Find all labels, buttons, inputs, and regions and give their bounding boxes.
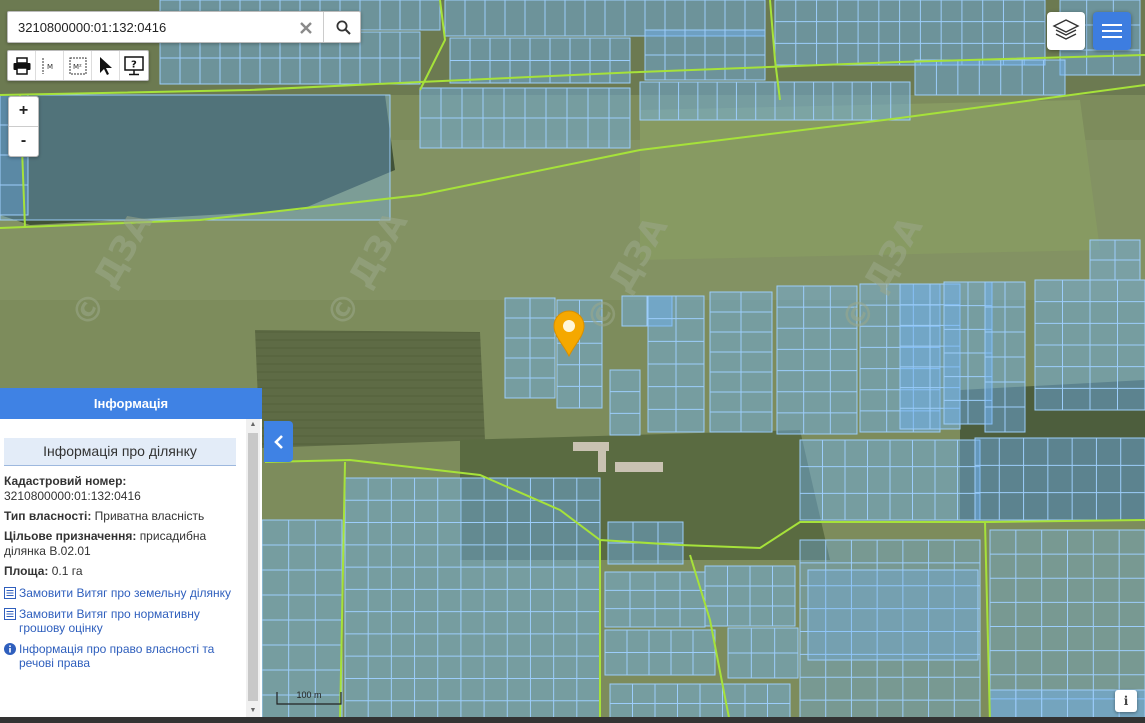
print-button[interactable] bbox=[8, 51, 36, 80]
layers-icon bbox=[1052, 19, 1080, 40]
link-text[interactable]: Замовити Витяг про земельну ділянку bbox=[19, 586, 231, 600]
field-label: Площа: bbox=[4, 564, 49, 578]
purpose-row: Цільове призначення: присадибна ділянка … bbox=[4, 529, 242, 559]
scale-bar: 100 m bbox=[276, 690, 342, 706]
clear-search-button[interactable] bbox=[296, 18, 316, 38]
parcel-block[interactable] bbox=[609, 369, 641, 436]
ownership-type-row: Тип власності: Приватна власність bbox=[4, 509, 242, 524]
link-text[interactable]: Замовити Витяг про нормативну грошову оц… bbox=[19, 607, 242, 635]
scale-label: 100 m bbox=[296, 690, 322, 700]
measure-distance-label: M bbox=[47, 63, 53, 71]
map-toolbar: M M² ? bbox=[7, 50, 149, 81]
field-value: 0.1 га bbox=[51, 564, 83, 578]
info-panel-body: Інформація про ділянку Кадастровий номер… bbox=[0, 419, 246, 723]
link-text[interactable]: Інформація про право власності та речові… bbox=[19, 642, 242, 670]
close-icon bbox=[300, 22, 312, 34]
bottom-strip bbox=[0, 717, 1145, 723]
parcel-block[interactable] bbox=[807, 569, 979, 661]
zoom-control: + - bbox=[8, 96, 39, 157]
info-panel-scrollbar[interactable]: ▲ ▼ bbox=[246, 419, 260, 717]
help-button[interactable]: ? bbox=[120, 51, 148, 80]
layers-button[interactable] bbox=[1047, 12, 1085, 50]
zoom-out-button[interactable]: - bbox=[9, 127, 38, 156]
measure-distance-icon: M bbox=[42, 57, 53, 74]
info-panel-header: Інформація bbox=[0, 388, 262, 419]
document-icon bbox=[4, 608, 16, 620]
chevron-left-icon bbox=[273, 434, 283, 449]
building bbox=[598, 448, 606, 472]
search-input[interactable] bbox=[8, 12, 288, 42]
order-land-extract-link[interactable]: Замовити Витяг про земельну ділянку bbox=[4, 586, 242, 600]
document-icon bbox=[4, 587, 16, 599]
hamburger-menu-icon bbox=[1102, 24, 1122, 38]
parcel-info-title: Інформація про ділянку bbox=[4, 438, 236, 466]
field-label: Цільове призначення: bbox=[4, 529, 137, 543]
info-panel: Інформація Інформація про ділянку Кадаст… bbox=[0, 388, 262, 723]
search-icon bbox=[336, 20, 351, 35]
field-label: Кадастровий номер: bbox=[4, 474, 127, 488]
order-valuation-extract-link[interactable]: Замовити Витяг про нормативну грошову оц… bbox=[4, 607, 242, 635]
field-label: Тип власності: bbox=[4, 509, 92, 523]
help-label: ? bbox=[131, 59, 137, 70]
measure-area-button[interactable]: M² bbox=[64, 51, 92, 80]
area-row: Площа: 0.1 га bbox=[4, 564, 242, 579]
printer-icon bbox=[13, 56, 30, 75]
ownership-rights-info-link[interactable]: Інформація про право власності та речові… bbox=[4, 642, 242, 670]
info-icon bbox=[4, 643, 16, 655]
collapse-panel-button[interactable] bbox=[264, 421, 293, 462]
scroll-thumb[interactable] bbox=[248, 433, 258, 701]
parcel-block[interactable] bbox=[0, 94, 391, 221]
measure-area-label: M² bbox=[73, 63, 82, 71]
parcel-block[interactable] bbox=[914, 59, 1066, 96]
zoom-in-button[interactable]: + bbox=[9, 97, 38, 127]
scroll-down-arrow-icon[interactable]: ▼ bbox=[246, 705, 260, 717]
parcel-block[interactable] bbox=[774, 0, 1046, 66]
scroll-up-arrow-icon[interactable]: ▲ bbox=[246, 419, 260, 431]
measure-area-icon: M² bbox=[69, 57, 86, 74]
parcel-block[interactable] bbox=[344, 477, 601, 723]
search-button[interactable] bbox=[323, 12, 362, 42]
search-box[interactable] bbox=[7, 11, 361, 43]
cadastral-number-label: Кадастровий номер: bbox=[4, 474, 242, 489]
parcel-block[interactable] bbox=[974, 437, 1145, 521]
pointer-icon bbox=[99, 56, 112, 75]
help-icon: ? bbox=[124, 55, 144, 75]
select-pointer-button[interactable] bbox=[92, 51, 120, 80]
field-value: Приватна власність bbox=[94, 509, 205, 523]
cadastral-number-value: 3210800000:01:132:0416 bbox=[4, 489, 141, 503]
building bbox=[615, 462, 663, 472]
terrain-light-field bbox=[640, 100, 1100, 260]
attribution-info-button[interactable]: i bbox=[1115, 690, 1137, 712]
measure-distance-button[interactable]: M bbox=[36, 51, 64, 80]
main-menu-button[interactable] bbox=[1093, 12, 1131, 50]
